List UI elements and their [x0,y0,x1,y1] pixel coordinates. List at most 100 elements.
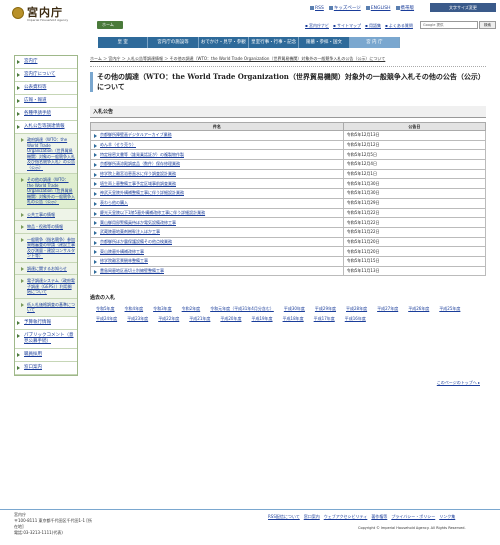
sidebar-item-label[interactable]: 低入札価格調査の基準について [27,302,75,313]
bid-subject-link[interactable]: 武蔵陵墓地薬剤樹幹注入ほか工事 [100,229,160,234]
sidebar-item-label[interactable]: 一般競争（指名競争）参加資格審査の申請（建設工事及び測量・建設コンサルタント等） [27,237,75,259]
chrysanthemum-seal-icon[interactable] [12,7,24,19]
sidebar-item-label[interactable]: 電子調達システム（政府電子調達（GEPS））利用開始について [27,278,75,294]
rss-link[interactable]: RSS [310,5,324,11]
bid-subject-link[interactable]: 豊島岡墓地区画切土別擁壁整備工事 [100,268,164,273]
bid-subject-link[interactable]: 京都御所清涼殿調度品（数件）保存修理業務 [100,161,180,166]
sidebar-item-label[interactable]: 調達に関するお知らせ [27,266,67,271]
sidebar-item[interactable]: 予算執行情報 [15,317,77,330]
gnav-agency[interactable]: 宮 内 庁 [349,37,400,48]
past-year-link[interactable]: 平成30年度 [284,304,305,314]
footer-link[interactable]: 著作権等 [371,514,387,520]
past-year-link[interactable]: 平成26年度 [408,304,429,314]
bid-subject-link[interactable]: 修学院上離宮浴恵直水に伴う調査設計業務 [100,171,176,176]
past-year-link[interactable]: 平成20年度 [220,314,241,324]
past-year-link[interactable]: 平成28年度 [346,304,367,314]
footer-link[interactable]: プライバシー・ポリシー [391,514,435,520]
sidebar-item[interactable]: パブリックコメント（意見公募手続） [15,330,77,349]
past-year-link[interactable]: 令和元年度（平成31年4月分含む） [210,304,274,314]
past-year-link[interactable]: 令和5年度 [96,304,115,314]
bid-subject-link[interactable]: 神武天皇陵外構補整備工事に伴う詳細設計業務 [100,190,184,195]
bid-date-cell: 令和5年11月29日 [342,197,487,209]
sidebar-item[interactable]: 各種申請手続 [15,108,77,121]
gnav-visits[interactable]: おでかけ・見学・参観 [199,37,249,48]
sidebar-item-label[interactable]: 宮内庁 [24,59,38,64]
sidebar-item-label[interactable]: 各種申請手続 [24,111,51,116]
sidebar-item[interactable]: 電子調達システム（政府電子調達（GEPS））利用開始について [15,275,77,299]
sidebar-item-label[interactable]: 広報・報道 [24,98,47,103]
past-year-link[interactable]: 平成25年度 [439,304,460,314]
past-year-link[interactable]: 平成17年度 [314,314,335,324]
sidebar-item-label[interactable]: 公表資料等 [24,85,47,90]
sitemap-link[interactable]: ▪ サイトマップ [333,23,361,29]
past-year-link[interactable]: 平成18年度 [283,314,304,324]
past-year-link[interactable]: 平成19年度 [251,314,272,324]
bid-subject-link[interactable]: 埴生雨上墓整備工事予定区域事前調査業務 [100,181,176,186]
past-year-link[interactable]: 平成29年度 [315,304,336,314]
sidebar-item-label[interactable]: 公共工事の情報 [27,212,55,217]
bid-subject-link[interactable]: めん羊（せり売り） [100,142,136,147]
page-top-link[interactable]: このページのトップへ ▸ [437,380,480,386]
bid-subject-link[interactable]: 東山陵墓外構補改修工事 [100,249,144,254]
sidebar-item-label[interactable]: 物品・役務等の情報 [27,224,63,229]
past-year-link[interactable]: 令和3年度 [153,304,172,314]
sidebar-item[interactable]: 低入札価格調査の基準について [15,298,77,317]
past-year-link[interactable]: 令和2年度 [182,304,201,314]
bid-subject-link[interactable]: 京都御所ほか震保護設備その他点検業務 [100,239,172,244]
past-year-link[interactable]: 平成24年度 [96,314,117,324]
sidebar-item[interactable]: 一般競争（指名競争）参加資格審査の申請（建設工事及び測量・建設コンサルタント等） [15,233,77,263]
sidebar-item-label[interactable]: 入札公告等調達情報 [24,124,65,129]
past-year-link[interactable]: 令和4年度 [125,304,144,314]
gnav-facilities[interactable]: 宮内庁の施設等 [148,37,199,48]
navi-link[interactable]: ▪ 宮内庁ナビ [305,23,329,29]
english-link[interactable]: ENGLISH [365,5,391,11]
bid-subject-link[interactable]: 葉山御用邸警備員待ほか電気設備改修工事 [100,220,176,225]
font-size-button[interactable]: 文字サイズ変更 [430,3,496,12]
mobile-link[interactable]: 携帯版 [395,5,414,11]
search-button[interactable]: 検索 [479,21,496,29]
footer-link[interactable]: RSS配信について [268,514,300,520]
sidebar-item[interactable]: 職員採用 [15,349,77,362]
sidebar-item-label[interactable]: 職員採用 [24,352,42,357]
sidebar-item-label[interactable]: 政府調達（WTO：the World Trade Organization（世界… [27,137,75,170]
home-button[interactable]: ホーム [97,21,123,29]
past-year-link[interactable]: 平成23年度 [127,314,148,324]
footer-link[interactable]: ウェブアクセシビリティ [324,514,368,520]
sidebar-item-label[interactable]: 予算執行情報 [24,320,51,325]
sidebar-item[interactable]: 政府調達（WTO：the World Trade Organization（世界… [15,134,77,174]
faq-link[interactable]: ▪ よくある質問 [385,23,413,29]
past-year-link[interactable]: 平成16年度 [345,314,366,324]
sidebar-item[interactable]: 宮内庁 [15,56,77,69]
sidebar-item[interactable]: 入札公告等調達情報 [15,121,77,134]
gnav-events[interactable]: 皇室行事・行事・記念日 [249,37,300,56]
sidebar-item[interactable]: 公共工事の情報 [15,208,77,221]
bid-subject-link[interactable]: 京都御所障壁画デジタルアーカイブ業務 [100,132,172,137]
sidebar-item[interactable]: その他の調達（WTO：the World Trade Organization（… [15,174,77,209]
sidebar-item[interactable]: 宮内庁について [15,69,77,82]
sidebar-item-label[interactable]: パブリックコメント（意見公募手続） [24,333,74,344]
sidebar-item[interactable]: 広報・報道 [15,95,77,108]
bid-subject-link[interactable]: 特定秘密文書等（誰発乗話証が）の複製物作製 [100,152,184,157]
search-input[interactable]: Google 提供 [420,21,478,29]
bid-subject-link[interactable]: 慶光天皇陵以下1陵5墓外構補改修工事に伴う詳細設計業務 [100,210,205,215]
past-year-link[interactable]: 平成22年度 [158,314,179,324]
past-year-link[interactable]: 平成27年度 [377,304,398,314]
past-year-link[interactable]: 平成21年度 [189,314,210,324]
sidebar-item-label[interactable]: その他の調達（WTO：the World Trade Organization（… [27,177,75,204]
breadcrumb[interactable]: ホーム ＞ 宮内庁 ＞ 入札公告等調達情報 ＞ その他の調達（WTO：the W… [90,55,486,67]
kids-link[interactable]: キッズページ [328,5,361,11]
bid-subject-link[interactable]: 表わら他の購入 [100,200,128,205]
sidebar-item[interactable]: 公表資料等 [15,82,77,95]
bid-subject-link[interactable]: 修学院離宮景観林整備工事 [100,258,148,263]
gnav-imperial-family[interactable]: 皇 室 [98,37,149,48]
sidebar-item[interactable]: 窓口案内 [15,362,77,375]
sidebar-item[interactable]: 調達に関するお知らせ [15,262,77,275]
footer-link[interactable]: リンク集 [439,514,455,520]
sidebar-item-label[interactable]: 宮内庁について [24,72,55,77]
sidebar-item-label[interactable]: 窓口案内 [24,365,42,370]
sidebar-item[interactable]: 物品・役務等の情報 [15,221,77,234]
glossary-link[interactable]: ▪ 用語集 [365,23,381,29]
gnav-mausoleums[interactable]: 陵墓・参拝・国文 [299,37,350,48]
global-nav: 皇 室 宮内庁の施設等 おでかけ・見学・参観 皇室行事・行事・記念日 陵墓・参拝… [98,37,400,56]
footer-link[interactable]: 窓口案内 [304,514,320,520]
